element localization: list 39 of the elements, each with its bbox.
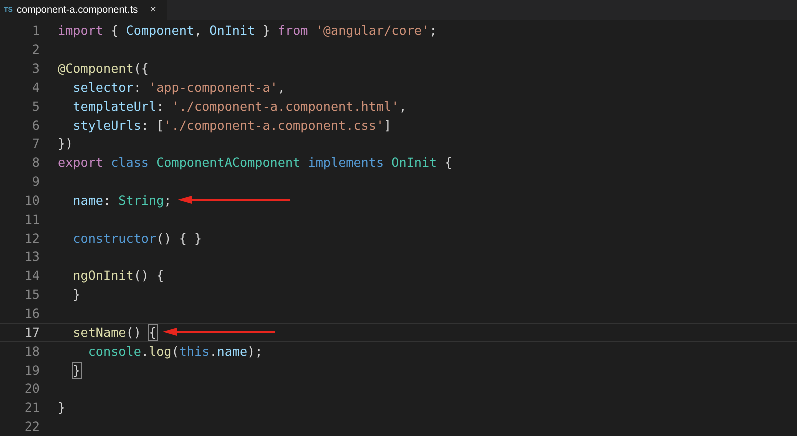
line-number: 9	[31, 174, 40, 190]
line-number: 4	[31, 80, 40, 95]
line-number: 5	[31, 98, 40, 114]
code-line: import { Component, OnInit } from '@angular/core';	[58, 23, 438, 38]
line-number: 22	[24, 419, 40, 434]
line-number: 6	[31, 118, 40, 133]
code-line: }	[72, 287, 81, 302]
line-number: 1	[31, 23, 40, 38]
code-line: setName() {	[72, 324, 157, 340]
code-line: console.log(this.name);	[87, 344, 263, 359]
code-line: }	[72, 362, 81, 378]
line-number: 8	[31, 155, 40, 170]
code-line: name: String;	[72, 192, 172, 208]
tab-label: component-a.component.ts	[16, 4, 138, 16]
code-line: selector: 'app-component-a',	[72, 80, 286, 95]
line-number: 17	[24, 324, 40, 340]
line-number: 7	[31, 136, 40, 152]
line-number: 10	[24, 192, 40, 208]
line-number: 12	[24, 230, 40, 246]
code-line: @Component({	[58, 61, 149, 76]
code-line: }	[58, 400, 66, 416]
code-line: templateUrl: './component-a.component.html',	[72, 98, 407, 114]
line-number: 21	[24, 400, 40, 416]
line-number: 18	[24, 344, 40, 359]
line-number: 14	[24, 268, 40, 284]
code-line: export class ComponentAComponent implements OnInit {	[58, 155, 452, 170]
line-number: 11	[24, 212, 40, 227]
line-number: 3	[31, 61, 40, 76]
line-number: 13	[24, 249, 40, 264]
code-line: })	[58, 136, 74, 152]
line-number: 20	[24, 381, 40, 396]
code-line: constructor() { }	[72, 230, 202, 246]
close-button[interactable]: ×	[148, 4, 159, 16]
line-number: 15	[24, 287, 40, 302]
code-line: styleUrls: ['./component-a.component.css']	[72, 118, 392, 133]
line-number: 19	[24, 362, 40, 378]
line-number: 2	[31, 42, 40, 58]
code-line: ngOnInit() {	[72, 268, 164, 284]
line-number: 16	[24, 306, 40, 322]
